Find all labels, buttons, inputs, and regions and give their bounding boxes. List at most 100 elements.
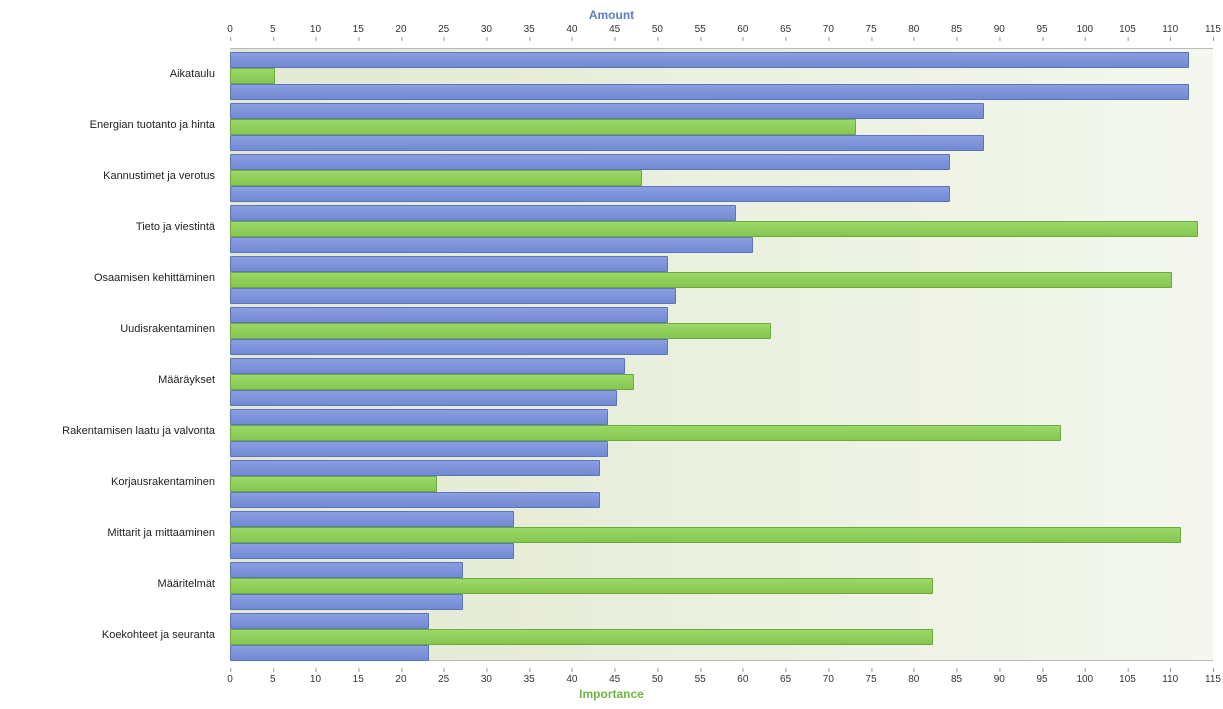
bar-importance bbox=[230, 374, 634, 390]
x-tick-bottom: 90 bbox=[994, 674, 1005, 685]
bar-group bbox=[230, 151, 1213, 202]
bar-importance bbox=[230, 425, 1061, 441]
x-tick-top: 115 bbox=[1205, 24, 1221, 35]
x-tick-bottom: 60 bbox=[737, 674, 748, 685]
x-tick-top: 25 bbox=[438, 24, 449, 35]
bar-amount-top bbox=[230, 307, 668, 323]
x-tick-top: 55 bbox=[695, 24, 706, 35]
bar-amount-bottom bbox=[230, 135, 984, 151]
chart-container: Amount Importance 0510152025303540455055… bbox=[0, 0, 1223, 709]
bar-amount-top bbox=[230, 562, 463, 578]
bar-amount-top bbox=[230, 103, 984, 119]
bar-amount-bottom bbox=[230, 390, 617, 406]
y-axis-label: Määritelmät bbox=[158, 578, 215, 590]
x-tick-top: 65 bbox=[780, 24, 791, 35]
bar-group bbox=[230, 611, 1213, 662]
x-tick-top: 5 bbox=[270, 24, 276, 35]
x-tick-top: 30 bbox=[481, 24, 492, 35]
x-tick-top: 45 bbox=[609, 24, 620, 35]
bar-amount-top bbox=[230, 256, 668, 272]
bar-amount-bottom bbox=[230, 594, 463, 610]
x-tick-top: 85 bbox=[951, 24, 962, 35]
x-tick-bottom: 55 bbox=[695, 674, 706, 685]
x-tick-bottom: 35 bbox=[524, 674, 535, 685]
x-tick-top: 70 bbox=[823, 24, 834, 35]
bar-amount-bottom bbox=[230, 84, 1189, 100]
x-axis-top: 0510152025303540455055606570758085909510… bbox=[230, 24, 1213, 44]
bar-group bbox=[230, 356, 1213, 407]
axis-title-top: Amount bbox=[0, 8, 1223, 22]
x-tick-top: 20 bbox=[395, 24, 406, 35]
x-tick-bottom: 115 bbox=[1205, 674, 1221, 685]
bar-importance bbox=[230, 68, 275, 84]
bar-group bbox=[230, 509, 1213, 560]
bar-group bbox=[230, 560, 1213, 611]
x-tick-bottom: 15 bbox=[353, 674, 364, 685]
bar-importance bbox=[230, 170, 642, 186]
x-tick-bottom: 25 bbox=[438, 674, 449, 685]
bar-group bbox=[230, 407, 1213, 458]
bar-importance bbox=[230, 578, 933, 594]
y-axis-labels: AikatauluEnergian tuotanto ja hintaKannu… bbox=[0, 48, 225, 661]
bar-amount-top bbox=[230, 205, 736, 221]
x-tick-bottom: 85 bbox=[951, 674, 962, 685]
x-tick-bottom: 45 bbox=[609, 674, 620, 685]
y-axis-label: Tieto ja viestintä bbox=[136, 221, 215, 233]
bar-group bbox=[230, 49, 1213, 100]
x-tick-bottom: 0 bbox=[227, 674, 233, 685]
bar-importance bbox=[230, 221, 1198, 237]
x-tick-top: 95 bbox=[1036, 24, 1047, 35]
x-tick-bottom: 65 bbox=[780, 674, 791, 685]
x-tick-top: 110 bbox=[1162, 24, 1178, 35]
bar-amount-bottom bbox=[230, 339, 668, 355]
bar-group bbox=[230, 304, 1213, 355]
bar-amount-top bbox=[230, 154, 950, 170]
x-tick-bottom: 95 bbox=[1036, 674, 1047, 685]
x-tick-top: 35 bbox=[524, 24, 535, 35]
bar-amount-bottom bbox=[230, 237, 753, 253]
bar-group bbox=[230, 100, 1213, 151]
bar-amount-bottom bbox=[230, 441, 608, 457]
y-axis-label: Korjausrakentaminen bbox=[111, 476, 215, 488]
bar-amount-top bbox=[230, 511, 514, 527]
x-tick-bottom: 30 bbox=[481, 674, 492, 685]
x-tick-top: 0 bbox=[227, 24, 233, 35]
x-axis-bottom: 0 5 10 15 20 25 30 35 40 45 50 55 60 65 70 75 80 85 90 95 10… bbox=[230, 665, 1213, 685]
bar-group bbox=[230, 253, 1213, 304]
bar-group bbox=[230, 202, 1213, 253]
y-axis-label: Mittarit ja mittaaminen bbox=[107, 527, 215, 539]
x-tick-bottom: 50 bbox=[652, 674, 663, 685]
x-tick-bottom: 105 bbox=[1119, 674, 1136, 685]
x-tick-top: 100 bbox=[1076, 24, 1093, 35]
bar-amount-bottom bbox=[230, 492, 600, 508]
bar-group bbox=[230, 458, 1213, 509]
x-tick-bottom: 20 bbox=[395, 674, 406, 685]
x-tick-top: 60 bbox=[737, 24, 748, 35]
x-tick-top: 50 bbox=[652, 24, 663, 35]
x-tick-top: 105 bbox=[1119, 24, 1136, 35]
x-tick-bottom: 40 bbox=[566, 674, 577, 685]
x-tick-bottom: 75 bbox=[866, 674, 877, 685]
x-tick-bottom: 80 bbox=[908, 674, 919, 685]
y-axis-label: Uudisrakentaminen bbox=[120, 323, 215, 335]
bar-importance bbox=[230, 476, 437, 492]
x-tick-top: 15 bbox=[353, 24, 364, 35]
x-tick-bottom: 5 bbox=[270, 674, 276, 685]
bar-amount-bottom bbox=[230, 288, 676, 304]
x-tick-bottom: 10 bbox=[310, 674, 321, 685]
bar-importance bbox=[230, 527, 1181, 543]
y-axis-label: Kannustimet ja verotus bbox=[103, 170, 215, 182]
bar-amount-bottom bbox=[230, 645, 429, 661]
bar-importance bbox=[230, 119, 856, 135]
x-tick-bottom: 100 bbox=[1076, 674, 1093, 685]
y-axis-label: Rakentamisen laatu ja valvonta bbox=[62, 425, 215, 437]
y-axis-label: Koekohteet ja seuranta bbox=[102, 629, 215, 641]
bar-importance bbox=[230, 629, 933, 645]
x-tick-top: 40 bbox=[566, 24, 577, 35]
y-axis-label: Osaamisen kehittäminen bbox=[94, 272, 215, 284]
x-tick-top: 80 bbox=[908, 24, 919, 35]
bar-amount-top bbox=[230, 460, 600, 476]
x-tick-bottom: 70 bbox=[823, 674, 834, 685]
bar-amount-bottom bbox=[230, 186, 950, 202]
x-tick-top: 10 bbox=[310, 24, 321, 35]
